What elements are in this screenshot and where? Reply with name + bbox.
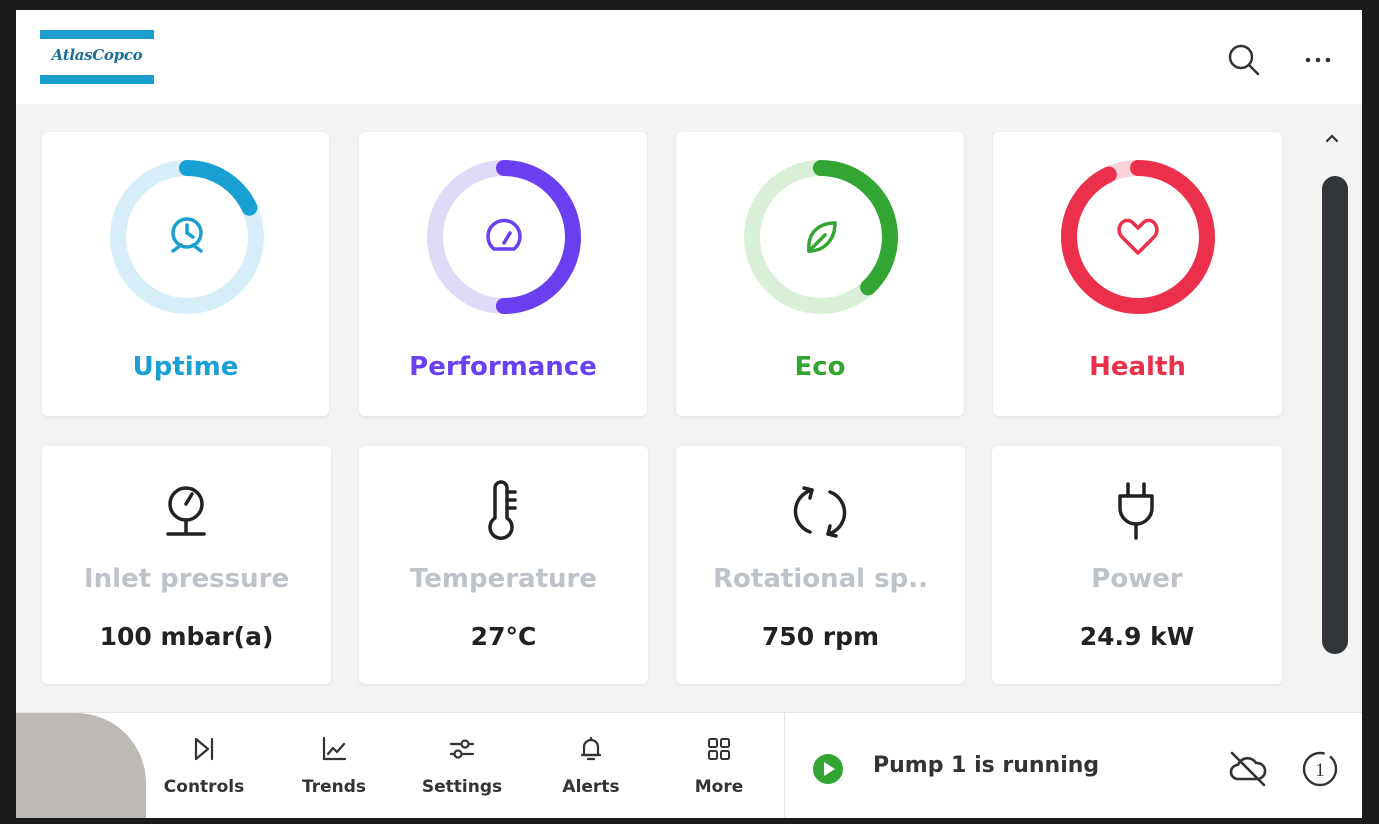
pressure-gauge-icon bbox=[166, 486, 206, 536]
top-bar: AtlasCopco bbox=[16, 10, 1362, 104]
thermometer-icon bbox=[488, 480, 517, 540]
info-1-icon[interactable]: 1 bbox=[1298, 747, 1342, 791]
performance-progress-ring bbox=[427, 160, 581, 314]
nav-item-alerts[interactable]: Alerts bbox=[541, 723, 641, 813]
kpi-tile-uptime[interactable]: Uptime bbox=[42, 132, 329, 416]
nav-item-trends[interactable]: Trends bbox=[284, 723, 384, 813]
metric-label: Rotational sp.. bbox=[713, 564, 928, 594]
pump-status-text: Pump 1 is running bbox=[873, 753, 1100, 778]
bottom-nav-bar: Controls Trends Settings Alerts More Pum… bbox=[16, 712, 1362, 818]
bell-icon bbox=[580, 736, 602, 761]
metric-label: Inlet pressure bbox=[83, 564, 290, 594]
nav-label-more: More bbox=[694, 777, 744, 797]
app-screen: AtlasCopco Uptime Performance Eco Health… bbox=[16, 10, 1362, 818]
kpi-tile-health[interactable]: Health bbox=[993, 132, 1282, 416]
sliders-icon bbox=[449, 739, 475, 759]
nav-item-more[interactable]: More bbox=[669, 723, 769, 813]
metric-value: 27°C bbox=[470, 622, 537, 651]
health-progress-ring bbox=[1061, 160, 1215, 314]
cloud-off-icon[interactable] bbox=[1226, 747, 1270, 791]
logo-text: AtlasCopco bbox=[51, 46, 143, 64]
kpi-label-health: Health bbox=[1089, 352, 1186, 382]
eco-progress-ring bbox=[744, 160, 898, 314]
metric-tile-rotational-speed[interactable]: Rotational sp.. 750 rpm bbox=[676, 446, 965, 684]
nav-label-alerts: Alerts bbox=[562, 777, 620, 797]
atlas-copco-logo: AtlasCopco bbox=[40, 30, 154, 84]
metric-tile-temperature[interactable]: Temperature 27°C bbox=[359, 446, 648, 684]
trends-icon bbox=[322, 736, 347, 761]
scrollbar-thumb[interactable] bbox=[1322, 176, 1348, 654]
gauge-icon bbox=[486, 218, 522, 251]
kpi-tile-eco[interactable]: Eco bbox=[676, 132, 964, 416]
rotation-icon bbox=[793, 486, 847, 538]
metric-label: Temperature bbox=[409, 564, 597, 594]
metric-value: 24.9 kW bbox=[1079, 622, 1195, 651]
metric-value: 750 rpm bbox=[761, 622, 880, 651]
kpi-label-eco: Eco bbox=[794, 352, 846, 382]
metric-value: 100 mbar(a) bbox=[99, 622, 274, 651]
clock-icon bbox=[171, 217, 203, 253]
more-horizontal-icon[interactable] bbox=[1300, 42, 1336, 78]
metric-tile-inlet-pressure[interactable]: Inlet pressure 100 mbar(a) bbox=[42, 446, 331, 684]
scroll-up-chevron-icon[interactable] bbox=[1322, 128, 1342, 148]
uptime-progress-ring bbox=[110, 160, 264, 314]
nav-label-controls: Controls bbox=[163, 777, 245, 797]
controls-icon bbox=[194, 737, 214, 761]
leaf-icon bbox=[807, 221, 837, 253]
metric-label: Power bbox=[1091, 564, 1183, 594]
plug-icon bbox=[1118, 482, 1154, 540]
kpi-tile-performance[interactable]: Performance bbox=[359, 132, 647, 416]
home-blob[interactable] bbox=[16, 713, 146, 818]
search-icon[interactable] bbox=[1226, 42, 1262, 78]
badge-count: 1 bbox=[1315, 760, 1325, 781]
heart-icon bbox=[1117, 218, 1159, 255]
nav-item-controls[interactable]: Controls bbox=[154, 723, 254, 813]
kpi-label-uptime: Uptime bbox=[132, 352, 239, 382]
metric-tile-power[interactable]: Power 24.9 kW bbox=[992, 446, 1282, 684]
nav-label-settings: Settings bbox=[421, 777, 503, 797]
logo-bar-bottom bbox=[40, 75, 154, 84]
nav-divider bbox=[784, 713, 785, 818]
logo-bar-top bbox=[40, 30, 154, 39]
grid-icon bbox=[708, 738, 730, 760]
nav-label-trends: Trends bbox=[301, 777, 367, 797]
running-play-icon bbox=[813, 754, 843, 784]
kpi-label-performance: Performance bbox=[409, 352, 597, 382]
nav-item-settings[interactable]: Settings bbox=[412, 723, 512, 813]
